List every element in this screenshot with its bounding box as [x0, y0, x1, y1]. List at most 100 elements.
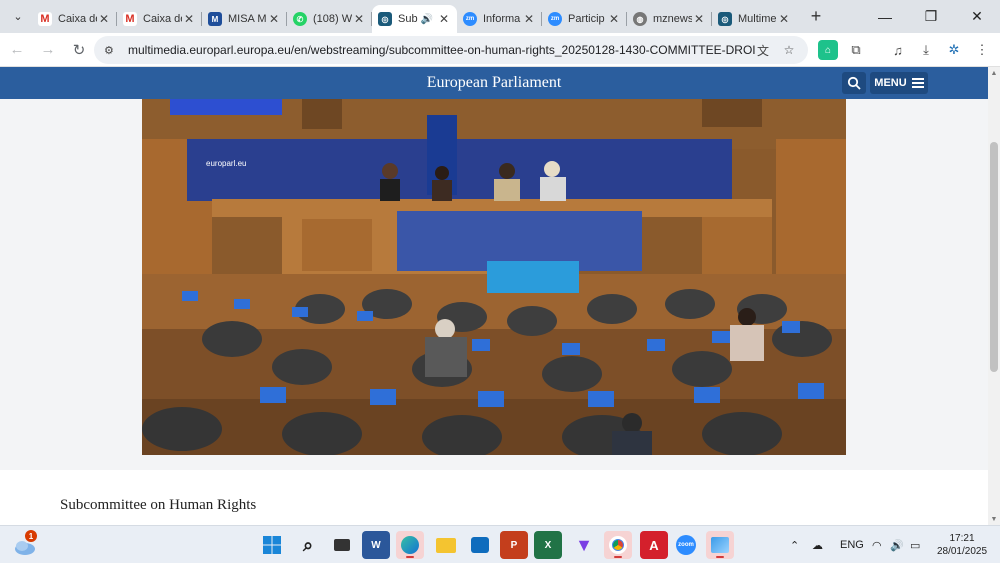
download-icon[interactable]: ⤓ — [916, 40, 936, 60]
scroll-down-icon[interactable]: ▼ — [988, 513, 1000, 525]
browser-tab[interactable]: M MISA M ✕ — [202, 5, 287, 33]
scroll-up-icon[interactable]: ▲ — [988, 67, 1000, 79]
close-icon[interactable]: ✕ — [267, 12, 281, 26]
search-icon — [847, 76, 861, 90]
more-icon[interactable]: ⋮ — [972, 40, 992, 60]
backdrop-brand-label: europarl.eu — [206, 159, 247, 168]
photos-icon[interactable] — [706, 531, 734, 559]
europarl-icon: ◎ — [718, 12, 732, 26]
running-indicator — [406, 556, 414, 558]
back-button[interactable]: ← — [3, 36, 31, 64]
vpn-icon[interactable]: ▼ — [570, 531, 598, 559]
minimize-button[interactable]: — — [862, 0, 908, 33]
forward-button[interactable]: → — [34, 36, 62, 64]
page-scrollbar[interactable]: ▲ ▼ — [988, 67, 1000, 525]
video-player[interactable]: europarl.eu — [142, 99, 846, 455]
search-icon[interactable]: ⌕ — [294, 531, 322, 559]
web-page: European Parliament MENU europarl.eu Sub… — [0, 67, 988, 525]
tab-title: Caixa de — [58, 13, 97, 25]
tab-title: MISA M — [228, 13, 267, 25]
zoom-icon: zm — [548, 12, 562, 26]
start-icon[interactable] — [258, 531, 286, 559]
browser-toolbar: ← → ↻ ⚙ multimedia.europarl.europa.eu/en… — [0, 33, 1000, 67]
word-icon[interactable]: W — [362, 531, 390, 559]
store-icon[interactable] — [466, 531, 494, 559]
browser-tab[interactable]: ◎ Multime ✕ — [712, 5, 797, 33]
menu-label: MENU — [874, 77, 907, 89]
misa-icon: M — [208, 12, 222, 26]
excel-icon[interactable]: X — [534, 531, 562, 559]
running-indicator — [716, 556, 724, 558]
hamburger-icon — [911, 76, 924, 90]
tab-title: (108) W — [313, 13, 352, 25]
site-title[interactable]: European Parliament — [427, 74, 562, 92]
acrobat-icon[interactable]: A — [640, 531, 668, 559]
browser-tab[interactable]: M Caixa de ✕ — [117, 5, 202, 33]
translate-icon[interactable]: 文 — [754, 41, 772, 59]
clock-time: 17:21 — [949, 533, 975, 544]
close-icon[interactable]: ✕ — [607, 12, 621, 26]
tab-strip: ⌄ M Caixa de ✕ M Caixa de ✕ M MISA M ✕ ✆… — [0, 0, 1000, 33]
close-icon[interactable]: ✕ — [437, 12, 451, 26]
star-icon[interactable]: ☆ — [780, 41, 798, 59]
ep-header: European Parliament MENU — [0, 67, 988, 99]
browser-tab[interactable]: zm Particip ✕ — [542, 5, 627, 33]
wifi-icon[interactable]: ◠ — [872, 526, 882, 563]
windows-taskbar: 1 ⌕ W P X ▼ A zoom ⌃ ☁ ENG ◠ 🔊 ▭ 17:21 2… — [0, 525, 1000, 563]
address-bar[interactable]: ⚙ multimedia.europarl.europa.eu/en/webst… — [94, 36, 808, 64]
gmail-icon: M — [123, 12, 137, 26]
system-clock[interactable]: 17:21 28/01/2025 — [932, 532, 992, 558]
close-icon[interactable]: ✕ — [97, 12, 111, 26]
browser-tab[interactable]: M Caixa de ✕ — [32, 5, 117, 33]
video-frame — [142, 99, 846, 455]
tab-title: Informa — [483, 13, 521, 25]
restore-button[interactable]: ❐ — [908, 0, 954, 33]
edge-icon[interactable] — [396, 531, 424, 559]
scroll-thumb[interactable] — [990, 142, 998, 372]
media-control-icon[interactable]: ♫ — [888, 40, 908, 60]
tab-title: Caixa de — [143, 13, 182, 25]
clock-date: 28/01/2025 — [936, 546, 988, 557]
new-tab-button[interactable]: + — [803, 4, 829, 30]
tray-chevron-icon[interactable]: ⌃ — [790, 526, 799, 563]
notification-badge: 1 — [25, 530, 37, 542]
browser-tab-active[interactable]: ◎ Sub 🔊 ✕ — [372, 5, 457, 33]
chrome-icon[interactable] — [604, 531, 632, 559]
tab-title: Multime — [738, 13, 777, 25]
task-view-icon[interactable] — [328, 531, 356, 559]
browser-tab[interactable]: ✆ (108) W ✕ — [287, 5, 372, 33]
puzzle-icon[interactable]: ⧉ — [846, 40, 866, 60]
url-text[interactable]: multimedia.europarl.europa.eu/en/webstre… — [128, 43, 768, 57]
tab-search-button[interactable]: ⌄ — [4, 5, 32, 29]
cloud-icon[interactable]: ☁ — [812, 526, 823, 563]
close-icon[interactable]: ✕ — [692, 12, 706, 26]
speaker-icon[interactable]: 🔊 — [421, 14, 433, 25]
close-icon[interactable]: ✕ — [182, 12, 196, 26]
close-icon[interactable]: ✕ — [777, 12, 791, 26]
language-indicator[interactable]: ENG — [840, 526, 864, 563]
gmail-icon: M — [38, 12, 52, 26]
menu-button[interactable]: MENU — [870, 72, 928, 94]
close-window-button[interactable]: ✕ — [954, 0, 1000, 33]
volume-icon[interactable]: 🔊 — [890, 526, 904, 563]
globe-icon: ◍ — [633, 12, 647, 26]
search-button[interactable] — [842, 72, 866, 94]
browser-tab[interactable]: zm Informa ✕ — [457, 5, 542, 33]
extension-icon[interactable]: ⌂ — [818, 40, 838, 60]
close-icon[interactable]: ✕ — [352, 12, 366, 26]
windows-logo-icon — [263, 536, 281, 554]
zoom-icon: zm — [463, 12, 477, 26]
whatsapp-icon: ✆ — [293, 12, 307, 26]
reload-button[interactable]: ↻ — [65, 36, 93, 64]
close-icon[interactable]: ✕ — [522, 12, 536, 26]
profile-icon[interactable]: ✲ — [944, 40, 964, 60]
tab-title: Sub — [398, 13, 418, 25]
running-indicator — [614, 556, 622, 558]
browser-tab[interactable]: ◍ mznews ✕ — [627, 5, 712, 33]
battery-icon[interactable]: ▭ — [910, 526, 920, 563]
site-info-icon[interactable]: ⚙ — [104, 44, 122, 57]
zoom-app-icon[interactable]: zoom — [672, 531, 700, 559]
powerpoint-icon[interactable]: P — [500, 531, 528, 559]
tab-title: Particip — [568, 13, 605, 25]
file-explorer-icon[interactable] — [432, 531, 460, 559]
